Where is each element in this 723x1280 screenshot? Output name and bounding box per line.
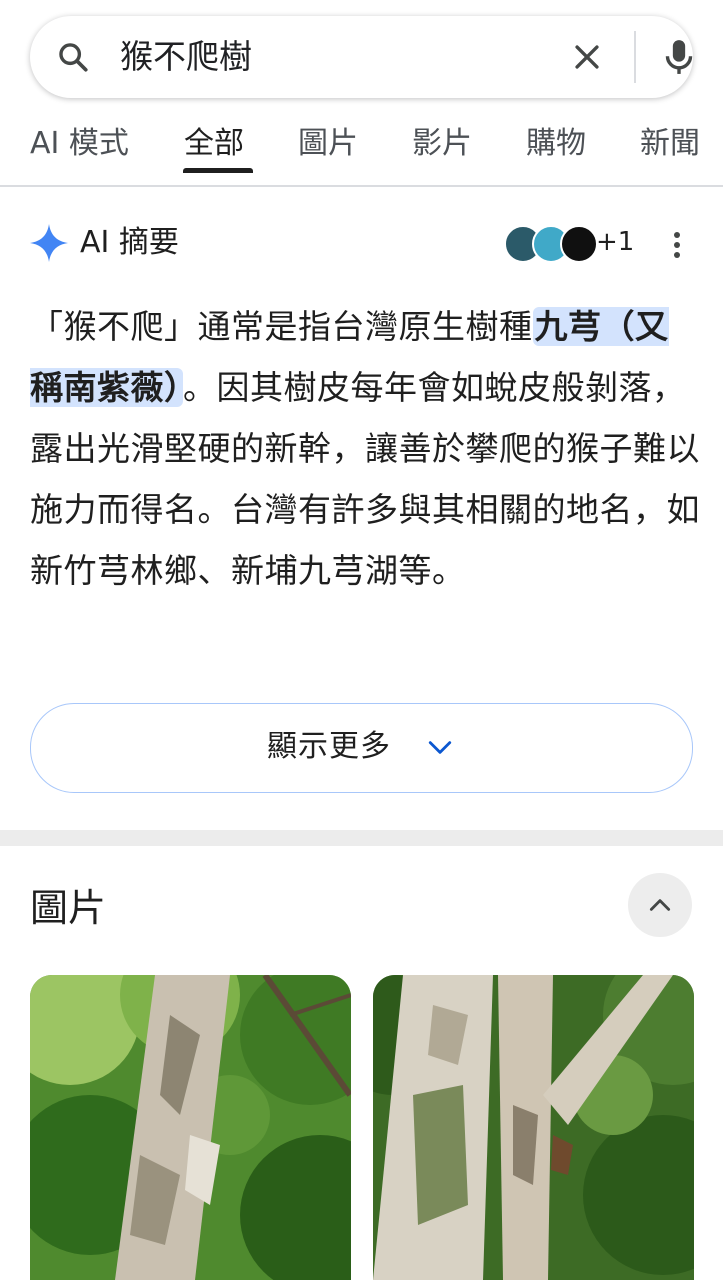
tab-news[interactable]: 新聞 xyxy=(640,124,700,164)
ai-overview-title: AI 摘要 xyxy=(80,225,179,260)
ai-overview-header: AI 摘要 +1 xyxy=(30,220,693,270)
tabs-divider xyxy=(0,185,723,187)
tree-photo xyxy=(30,975,351,1280)
more-options-icon[interactable] xyxy=(666,230,688,260)
collapse-button[interactable] xyxy=(628,873,692,937)
tree-photo xyxy=(373,975,694,1280)
tab-ai-mode[interactable]: AI 模式 xyxy=(30,124,129,164)
images-section-title: 圖片 xyxy=(30,886,107,930)
microphone-icon[interactable] xyxy=(660,37,698,77)
search-tabs: AI 模式 全部 圖片 影片 購物 新聞 xyxy=(0,112,723,186)
text-fade-overlay xyxy=(0,595,723,705)
image-thumbnail[interactable] xyxy=(30,975,351,1280)
source-icons[interactable]: +1 xyxy=(504,222,654,264)
search-icon xyxy=(59,43,88,72)
source-count: +1 xyxy=(596,227,635,257)
image-thumbnail[interactable] xyxy=(373,975,694,1280)
search-query[interactable]: 猴不爬樹 xyxy=(120,36,252,78)
tab-images[interactable]: 圖片 xyxy=(298,124,358,164)
search-divider xyxy=(634,31,636,83)
ai-sparkle-icon xyxy=(30,224,68,262)
ai-overview-text: 「猴不爬」通常是指台灣原生樹種九芎（又稱南紫薇）。因其樹皮每年會如蛻皮般剝落，露… xyxy=(30,296,700,601)
tab-all[interactable]: 全部 xyxy=(184,124,244,164)
active-tab-indicator xyxy=(183,168,253,173)
ai-text-intro: 「猴不爬」通常是指台灣原生樹種 xyxy=(30,307,533,346)
chevron-down-icon xyxy=(428,741,452,754)
tab-shopping[interactable]: 購物 xyxy=(526,124,586,164)
chevron-up-icon xyxy=(649,899,671,911)
source-avatar-icon xyxy=(560,225,598,263)
search-bar[interactable]: 猴不爬樹 xyxy=(30,16,693,98)
show-more-button[interactable]: 顯示更多 xyxy=(30,703,693,793)
tab-videos[interactable]: 影片 xyxy=(412,124,472,164)
clear-icon[interactable] xyxy=(570,40,604,74)
show-more-label: 顯示更多 xyxy=(267,729,391,764)
section-divider xyxy=(0,830,723,846)
